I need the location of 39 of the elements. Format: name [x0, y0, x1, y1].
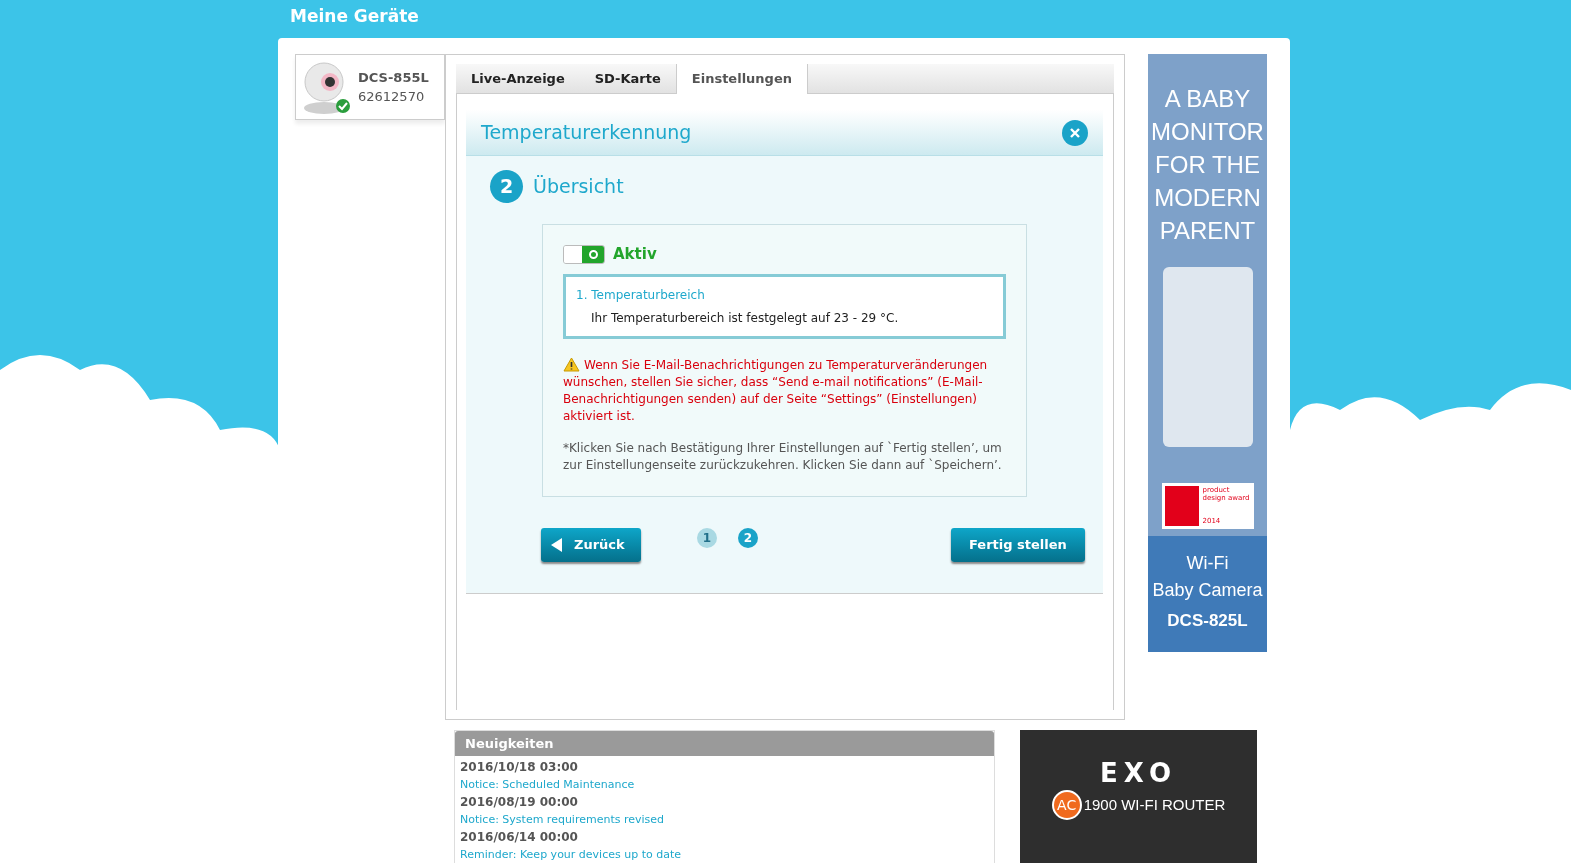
back-button[interactable]: Zurück — [541, 528, 641, 562]
summary-heading: 1. Temperaturbereich — [576, 286, 706, 304]
ad-tagline: 1900 WI-FI ROUTER — [1083, 794, 1226, 815]
note-text: *Klicken Sie nach Bestätigung Ihrer Einstellungen auf `Fertig stellen’, um zur Einstellungenseite zurückzukehren. Klicken Sie dann auf `Speichern’. — [563, 439, 1003, 474]
award-logo — [1164, 486, 1199, 526]
left-triangle-icon — [551, 538, 562, 552]
close-button[interactable] — [1062, 119, 1088, 146]
news-date: 2016/06/14 00:00 — [460, 829, 579, 846]
step-number: 2 — [490, 170, 523, 203]
news-date: 2016/10/18 03:00 — [460, 759, 579, 776]
toggle-label: Aktiv — [613, 244, 657, 265]
ad-brand: EXO — [1100, 758, 1177, 788]
advertisement-banner[interactable]: EXO AC 1900 WI-FI ROUTER — [1020, 730, 1257, 863]
ad-text: Wi-Fi — [1186, 552, 1229, 575]
ad-headline: A BABY MONITOR FOR THE MODERN PARENT — [1150, 84, 1265, 246]
tab[interactable]: Live-Anzeige — [456, 64, 580, 94]
finish-button[interactable]: Fertig stellen — [951, 528, 1085, 562]
device-card[interactable]: DCS-855L 62612570 — [295, 54, 445, 120]
news-link[interactable]: Reminder: Keep your devices up to date — [460, 846, 989, 863]
camera-icon — [304, 62, 344, 114]
toggle-switch[interactable] — [563, 244, 605, 264]
tab[interactable]: SD-Karte — [579, 64, 676, 94]
page-title: Meine Geräte — [290, 5, 419, 28]
news-title: Neuigkeiten — [455, 731, 994, 756]
device-serial: 62612570 — [358, 88, 426, 106]
news-date: 2016/08/19 00:00 — [460, 794, 579, 811]
news-link[interactable]: Notice: Scheduled Maintenance — [460, 776, 989, 793]
ad-badge: AC — [1051, 790, 1082, 820]
ad-text: Baby Camera — [1152, 579, 1263, 602]
device-model: DCS-855L — [358, 68, 429, 87]
news-link[interactable]: Notice: System requirements revised — [460, 811, 989, 828]
step-title: Übersicht — [533, 174, 624, 200]
summary-text: Ihr Temperaturbereich ist festgelegt auf 23 - 29 °C. — [591, 309, 900, 327]
warning-icon — [563, 356, 580, 372]
warning-text: Wenn Sie E-Mail-Benachrichtigungen zu Temperaturveränderungen wünschen, stellen Sie sicher, dass “Send e-mail notifications” (E-Mail-Benachrichtigungen senden) auf der Seite “Settings” (Einstellungen) aktiviert ist. — [563, 356, 989, 425]
ad-model: DCS-825L — [1167, 610, 1248, 632]
close-icon — [1070, 127, 1080, 138]
dialog-title: Temperaturerkennung — [481, 120, 692, 146]
tab[interactable]: Einstellungen — [675, 64, 808, 94]
